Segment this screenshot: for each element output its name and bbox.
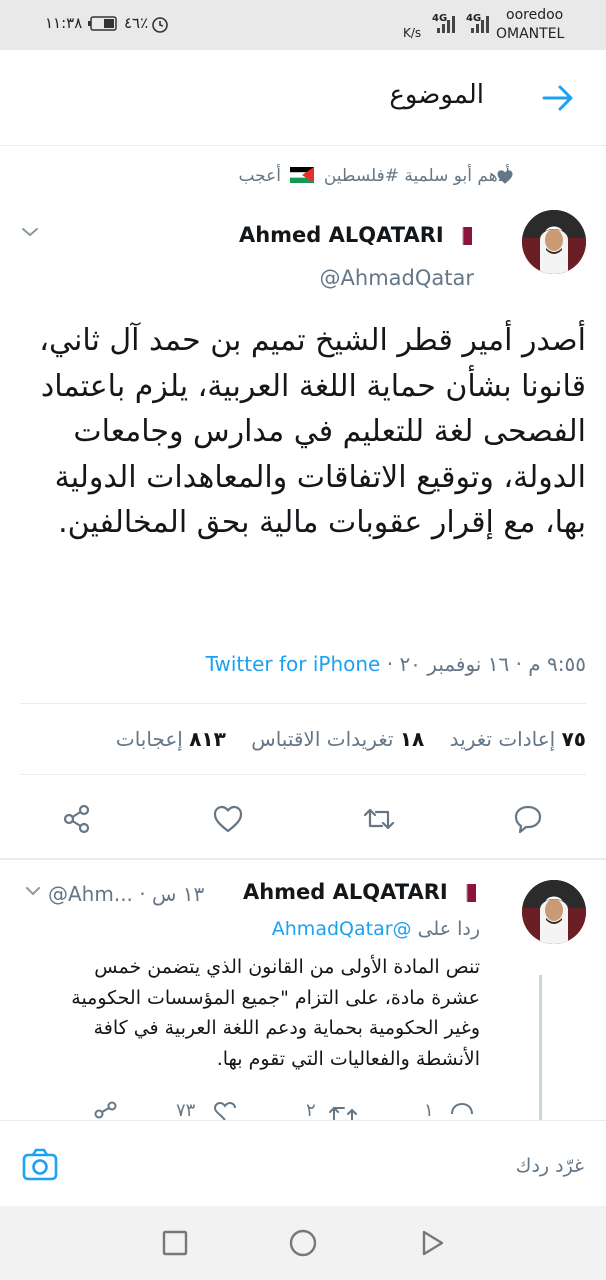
tweet-text: أصدر أمير قطر الشيخ تميم بن حمد آل ثاني،… xyxy=(39,323,586,540)
quotes-count: ١٨ xyxy=(399,727,425,751)
retweet-icon[interactable] xyxy=(328,1100,358,1120)
reply-retweet-count: ٢ xyxy=(306,1100,316,1121)
reply-like-count: ٧٣ xyxy=(176,1100,196,1121)
replying-to-label: ردا على xyxy=(417,918,480,940)
tweet-meta: ٩:٥٥ م · ١٦ نوفمبر ٢٠ · Twitter for iPho… xyxy=(206,652,586,676)
retweets-label[interactable]: إعادات تغريد xyxy=(450,727,556,751)
page-title: الموضوع xyxy=(389,80,484,110)
system-nav-bar xyxy=(0,1206,606,1280)
status-bar: ooredoo OMANTEL 4G 4G K/s ١١:٣٨ ٤٦٪ xyxy=(0,0,606,50)
tweet-stats: ٧٥ إعادات تغريد ١٨ تغريدات الاقتباس ٨١٣ … xyxy=(116,727,586,751)
divider xyxy=(20,703,586,704)
back-arrow-icon[interactable] xyxy=(538,80,578,116)
retweets-count: ٧٥ xyxy=(561,727,586,751)
speed-unit: K/s xyxy=(403,26,422,40)
carrier-name-2: OMANTEL xyxy=(496,26,565,42)
reply-icon[interactable] xyxy=(448,1100,476,1120)
tweet-timestamp: ٩:٥٥ م · ١٦ نوفمبر ٢٠ · xyxy=(386,652,586,676)
signal-icon-2 xyxy=(437,16,455,33)
share-icon[interactable] xyxy=(60,802,94,836)
camera-icon[interactable] xyxy=(22,1147,58,1183)
avatar[interactable] xyxy=(522,210,586,274)
reply-author-name-text: Ahmed ALQATARI xyxy=(242,880,448,904)
top-bar: الموضوع xyxy=(0,50,606,146)
reply-icon[interactable] xyxy=(511,802,545,836)
chevron-down-icon[interactable] xyxy=(20,224,40,240)
quotes-label[interactable]: تغريدات الاقتباس xyxy=(251,727,393,751)
replying-to-handle[interactable]: @AhmadQatar xyxy=(272,918,412,940)
triangle-nav-icon[interactable] xyxy=(418,1228,448,1258)
reply-handle-time[interactable]: @Ahm... · ١٣ س xyxy=(48,882,204,906)
social-context-name: أدهم أبو سلمية #فلسطين xyxy=(323,166,510,186)
heart-icon xyxy=(497,170,513,184)
divider xyxy=(0,858,606,860)
avatar-image xyxy=(522,210,586,274)
qatar-flag-icon xyxy=(457,227,472,245)
author-handle[interactable]: @AhmadQatar xyxy=(320,266,474,290)
tweet-source[interactable]: Twitter for iPhone xyxy=(206,652,381,676)
reply-input[interactable]: غرّد ردك xyxy=(516,1155,584,1177)
chevron-down-icon[interactable] xyxy=(24,884,42,898)
like-icon[interactable] xyxy=(212,1100,238,1120)
social-context[interactable]: أدهم أبو سلمية #فلسطين أعجب xyxy=(238,166,510,186)
retweet-icon[interactable] xyxy=(362,802,396,836)
palestine-flag-icon xyxy=(290,167,315,183)
reply-author-name[interactable]: Ahmed ALQATARI xyxy=(243,880,476,904)
like-icon[interactable] xyxy=(211,802,245,836)
reply-tweet-text: تنص المادة الأولى من القانون الذي يتضمن … xyxy=(71,956,480,1070)
reply-count: ١ xyxy=(424,1100,434,1121)
share-icon[interactable] xyxy=(92,1100,120,1120)
carrier-name: ooredoo xyxy=(506,7,564,23)
replying-to: ردا على @AhmadQatar xyxy=(272,918,480,940)
circle-nav-icon[interactable] xyxy=(288,1228,318,1258)
thread-line xyxy=(539,975,542,1120)
battery-level: ٤٦٪ xyxy=(124,14,149,32)
likes-count: ٨١٣ xyxy=(189,727,226,751)
author-name-text: Ahmed ALQATARI xyxy=(238,223,444,247)
social-context-action: أعجب xyxy=(238,166,282,186)
square-nav-icon[interactable] xyxy=(160,1228,190,1258)
alarm-icon xyxy=(152,17,168,33)
compose-reply-bar[interactable]: غرّد ردك xyxy=(0,1120,606,1207)
avatar-image xyxy=(522,880,586,944)
clock: ١١:٣٨ xyxy=(45,14,83,32)
author-name[interactable]: Ahmed ALQATARI xyxy=(239,223,472,247)
divider xyxy=(20,774,586,775)
likes-label[interactable]: إعجابات xyxy=(116,727,183,751)
signal-icon xyxy=(471,16,489,33)
reply-avatar[interactable] xyxy=(522,880,586,944)
battery-icon xyxy=(88,16,117,31)
qatar-flag-icon xyxy=(461,884,476,902)
